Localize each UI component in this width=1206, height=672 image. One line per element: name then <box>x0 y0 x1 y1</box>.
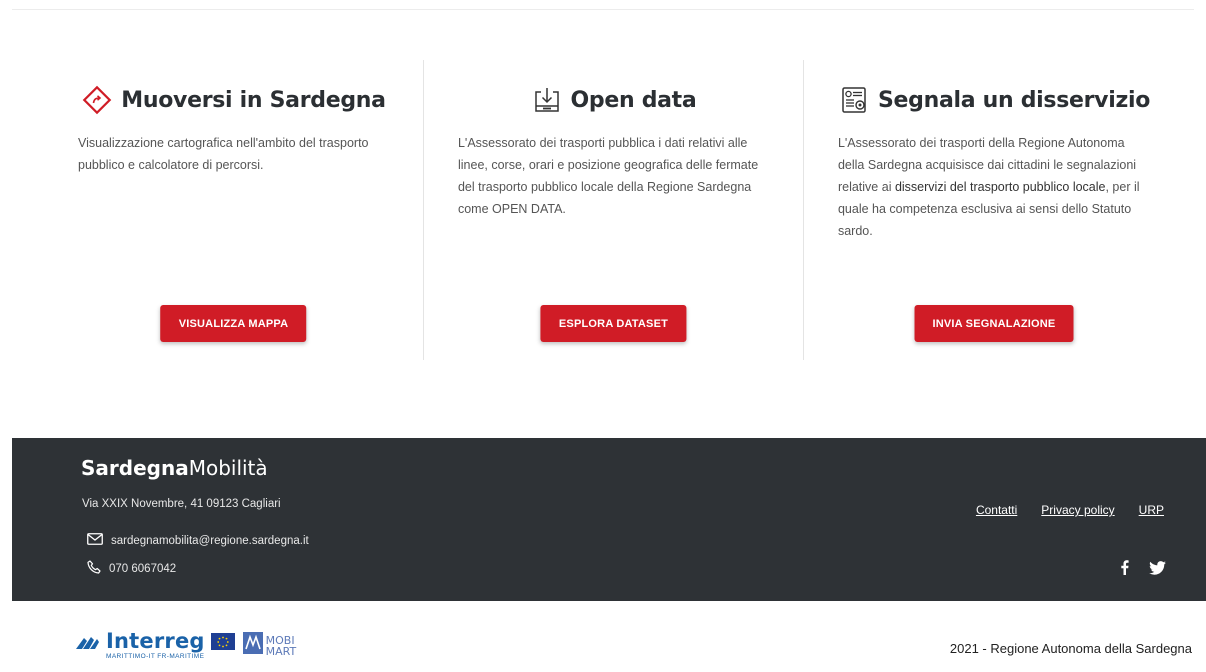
twitter-icon[interactable] <box>1149 560 1166 580</box>
card-title-row: Muoversi in Sardegna <box>78 82 389 118</box>
download-data-icon <box>531 84 563 116</box>
view-map-button[interactable]: VISUALIZZA MAPPA <box>160 305 307 342</box>
social-links <box>1120 560 1166 580</box>
card-title-row: Segnala un disservizio <box>838 82 1150 118</box>
interreg-sub: MARITTIMO-IT FR-MARITIME <box>106 653 205 660</box>
mobimart-text: MOBI MART <box>266 635 297 657</box>
footer-brand: SardegnaMobilità <box>81 456 268 480</box>
card-title: Segnala un disservizio <box>877 87 1151 113</box>
phone-number: 070 6067042 <box>109 562 177 575</box>
map-diamond-icon <box>81 84 113 116</box>
urp-link[interactable]: URP <box>1139 503 1164 517</box>
card-title-row: Open data <box>458 82 769 118</box>
card-description: Visualizzazione cartografica nell'ambito… <box>78 136 369 172</box>
mobimart-logo: MOBI MART <box>242 632 297 659</box>
footer-address: Via XXIX Novembre, 41 09123 Cagliari <box>82 498 281 510</box>
card-title: Muoversi in Sardegna <box>121 87 386 113</box>
services-section: Muoversi in Sardegna Visualizzazione car… <box>44 60 1184 360</box>
send-report-button[interactable]: INVIA SEGNALAZIONE <box>914 305 1074 342</box>
interreg-word: Interreg <box>106 629 205 653</box>
description-highlight: disservizi del trasporto pubblico locale <box>894 180 1106 194</box>
email-link[interactable]: sardegnamobilita@regione.sardegna.it <box>111 535 309 547</box>
card-title: Open data <box>570 87 697 113</box>
copyright: 2021 - Regione Autonoma della Sardegna <box>949 641 1192 656</box>
facebook-icon[interactable] <box>1120 560 1129 580</box>
card-muoversi: Muoversi in Sardegna Visualizzazione car… <box>44 60 423 360</box>
card-description: L'Assessorato dei trasporti della Region… <box>838 132 1150 242</box>
partner-logos: Interreg MARITTIMO-IT FR-MARITIME MOBI M… <box>74 631 296 661</box>
contacts-link[interactable]: Contatti <box>976 503 1017 517</box>
footer-email: sardegnamobilita@regione.sardegna.it <box>87 533 309 548</box>
site-footer: SardegnaMobilità Via XXIX Novembre, 41 0… <box>12 438 1206 601</box>
footer-phone: 070 6067042 <box>87 560 176 577</box>
card-segnala: Segnala un disservizio L'Assessorato dei… <box>802 60 1184 360</box>
phone-icon <box>87 560 101 577</box>
interreg-text: Interreg MARITTIMO-IT FR-MARITIME <box>106 631 205 661</box>
eu-flag-icon <box>210 633 235 651</box>
top-divider <box>12 9 1194 10</box>
interreg-logo: Interreg MARITTIMO-IT FR-MARITIME <box>74 631 235 661</box>
envelope-icon <box>87 533 103 548</box>
explore-dataset-button[interactable]: ESPLORA DATASET <box>540 305 687 342</box>
report-form-icon <box>838 84 870 116</box>
brand-bold: Sardegna <box>81 456 189 480</box>
footer-links: Contatti Privacy policy URP <box>976 503 1164 517</box>
card-description: L'Assessorato dei trasporti pubblica i d… <box>457 136 759 216</box>
privacy-policy-link[interactable]: Privacy policy <box>1041 503 1114 517</box>
card-open-data: Open data L'Assessorato dei trasporti pu… <box>422 60 803 360</box>
mobimart-mark-icon <box>242 632 263 659</box>
interreg-swoosh-icon <box>74 635 100 656</box>
brand-light: Mobilità <box>188 456 268 480</box>
mobimart-bottom: MART <box>265 644 297 658</box>
